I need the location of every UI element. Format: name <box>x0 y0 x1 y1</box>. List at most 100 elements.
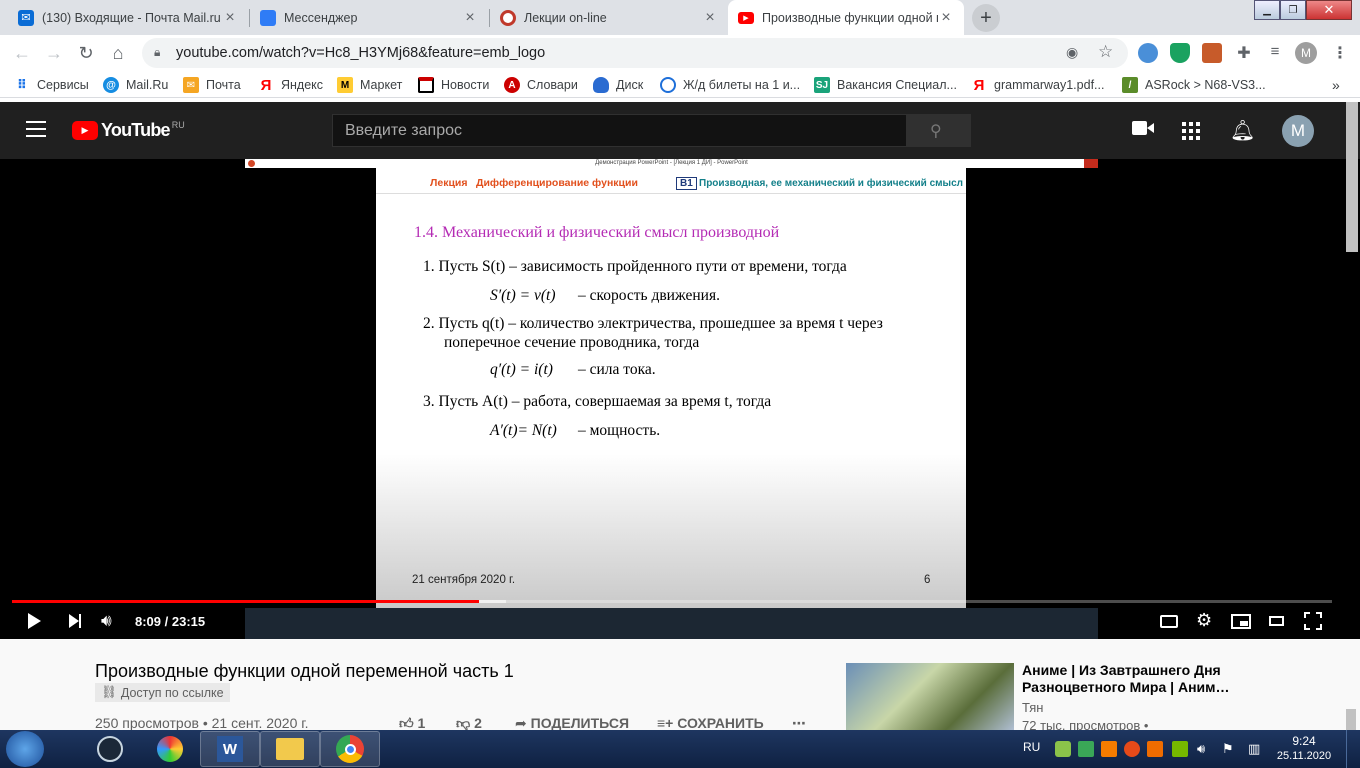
minimize-button[interactable]: ▁ <box>1254 0 1280 20</box>
slide-item-2-text: 2. Пусть q(t) – количество электричества… <box>423 315 883 332</box>
folder-icon <box>276 738 304 760</box>
paint-taskbar-button[interactable] <box>140 731 200 767</box>
slide-header-topic: Дифференцирование функции <box>476 177 638 189</box>
bookmarks-overflow-icon[interactable]: » <box>1332 75 1340 95</box>
next-icon[interactable] <box>69 614 81 631</box>
reload-icon[interactable]: ↻ <box>76 43 96 63</box>
close-icon[interactable]: × <box>702 9 718 27</box>
tab-mail[interactable]: ✉ (130) Входящие - Почта Mail.ru × <box>8 0 248 35</box>
extension-face-icon[interactable] <box>1138 43 1158 63</box>
home-icon[interactable]: ⌂ <box>108 43 128 63</box>
page-scrollbar-thumb[interactable] <box>1346 709 1356 732</box>
url-text[interactable]: youtube.com/watch?v=Hc8_H3YMj68&feature=… <box>176 45 545 61</box>
forward-arrow-icon[interactable]: → <box>44 43 64 63</box>
bookmark-news[interactable]: Новости <box>418 75 489 95</box>
tray-app3-icon[interactable] <box>1147 741 1163 757</box>
slide-header-divider <box>376 193 966 194</box>
market-icon: M <box>337 77 353 93</box>
miniplayer-icon[interactable] <box>1231 614 1251 629</box>
recommended-thumbnail[interactable] <box>846 663 1014 732</box>
dictionary-icon: A <box>504 77 520 93</box>
tab-youtube-active[interactable]: ▶ Производные функции одной п × <box>728 0 964 35</box>
close-icon[interactable]: × <box>222 9 238 27</box>
start-button[interactable] <box>6 731 44 767</box>
bookmark-mailru[interactable]: @ Mail.Ru <box>103 75 168 95</box>
like-count: 1 <box>417 715 426 731</box>
tab-strip: ✉ (130) Входящие - Почта Mail.ru × Мессе… <box>0 0 1360 35</box>
word-taskbar-button[interactable]: W <box>200 731 260 767</box>
youtube-logo[interactable]: ▶ YouTube RU <box>72 120 185 141</box>
toolbar: ← → ↻ ⌂ 🔒︎ youtube.com/watch?v=Hc8_H3YMj… <box>0 35 1360 71</box>
slide-item-2-formula: q′(t) = i(t) <box>490 361 553 378</box>
nvidia-icon[interactable] <box>1172 741 1188 757</box>
clock[interactable]: 9:24 25.11.2020 <box>1276 734 1332 764</box>
volume-tray-icon[interactable]: 🔊︎ <box>1197 741 1213 757</box>
network-icon[interactable]: ▥ <box>1248 741 1264 757</box>
asrock-icon: / <box>1122 77 1138 93</box>
fullscreen-icon[interactable] <box>1304 612 1322 630</box>
account-avatar[interactable]: M <box>1282 115 1314 147</box>
slide-item-1-text: 1. Пусть S(t) – зависимость пройденного … <box>423 258 847 275</box>
bookmark-dictionaries[interactable]: A Словари <box>504 75 578 95</box>
play-icon[interactable] <box>28 613 41 629</box>
extension-bug-icon[interactable] <box>1202 43 1222 63</box>
close-icon[interactable]: × <box>462 9 478 27</box>
views-and-date: 250 просмотров • 21 сент. 2020 г. <box>95 715 309 731</box>
recommended-title[interactable]: Аниме | Из Завтрашнего Дня Разноцветного… <box>1022 662 1252 696</box>
theater-mode-icon[interactable] <box>1269 616 1284 626</box>
profile-avatar[interactable]: M <box>1295 42 1317 64</box>
puzzle-icon[interactable]: ✚ <box>1234 43 1254 63</box>
clock-date: 25.11.2020 <box>1276 750 1332 762</box>
search-button[interactable]: ⚲ <box>907 114 971 147</box>
bookmark-disk[interactable]: Диск <box>593 75 643 95</box>
bookmark-label: Вакансия Специал... <box>837 78 957 92</box>
tray-app-icon[interactable] <box>1055 741 1071 757</box>
bookmark-vacancy[interactable]: SJ Вакансия Специал... <box>814 75 957 95</box>
bookmark-asrock[interactable]: / ASRock > N68-VS3... <box>1122 75 1266 95</box>
language-indicator[interactable]: RU <box>1023 740 1040 754</box>
yandex-icon: Я <box>260 76 272 94</box>
scrollbar-thumb[interactable] <box>1346 102 1358 252</box>
bookmark-services[interactable]: ⠿ Сервисы <box>14 75 89 95</box>
tray-app2-icon[interactable] <box>1124 741 1140 757</box>
settings-gear-icon[interactable]: ⚙ <box>1196 610 1212 631</box>
save-button[interactable]: ≡+ СОХРАНИТЬ <box>657 715 764 731</box>
action-center-flag-icon[interactable]: ⚑ <box>1222 741 1238 757</box>
close-icon[interactable]: × <box>938 9 954 27</box>
tab-messenger[interactable]: Мессенджер × <box>250 0 488 35</box>
subtitles-icon[interactable] <box>1160 615 1178 628</box>
tab-lectures[interactable]: Лекции on-line × <box>490 0 728 35</box>
lock-icon: 🔒︎ <box>154 45 161 59</box>
media-queue-icon[interactable]: ≡ <box>1265 43 1285 63</box>
bookmark-train[interactable]: Ж/д билеты на 1 и... <box>660 75 800 95</box>
new-tab-button[interactable]: + <box>972 4 1000 32</box>
bookmark-mail[interactable]: ✉ Почта <box>183 75 241 95</box>
bookmark-market[interactable]: M Маркет <box>337 75 402 95</box>
chrome-taskbar-button[interactable] <box>320 731 380 767</box>
restore-button[interactable]: ❐ <box>1280 0 1306 20</box>
eye-slash-icon[interactable]: ◉ <box>1066 44 1078 61</box>
more-menu-icon[interactable]: ⋮ <box>1330 43 1350 63</box>
shield-icon[interactable] <box>1170 43 1190 63</box>
steam-taskbar-button[interactable] <box>80 731 140 767</box>
tray-check-icon[interactable] <box>1078 741 1094 757</box>
close-window-button[interactable]: ✕ <box>1306 0 1352 20</box>
bookmark-yandex[interactable]: Я Яндекс <box>258 75 323 95</box>
recommended-channel[interactable]: Тян <box>1022 700 1043 715</box>
create-video-icon[interactable] <box>1132 121 1154 137</box>
bookmark-grammarway[interactable]: Яgrammarway1.pdf... <box>971 75 1105 95</box>
hamburger-menu-icon[interactable] <box>26 121 46 137</box>
search-input[interactable]: Введите запрос <box>332 114 907 147</box>
address-bar[interactable]: 🔒︎ youtube.com/watch?v=Hc8_H3YMj68&featu… <box>142 38 1128 68</box>
star-icon[interactable]: ☆ <box>1098 42 1113 62</box>
back-arrow-icon[interactable]: ← <box>12 43 32 63</box>
bookmark-label: Новости <box>441 78 490 92</box>
slide-header-subject: Производная, ее механический и физически… <box>699 178 963 189</box>
notifications-bell-icon[interactable]: 🔔︎ <box>1230 118 1255 143</box>
apps-grid-icon[interactable] <box>1182 122 1200 140</box>
volume-icon[interactable]: 🔊︎ <box>101 611 112 631</box>
explorer-taskbar-button[interactable] <box>260 731 320 767</box>
show-desktop-button[interactable] <box>1346 730 1360 768</box>
video-player[interactable]: Демонстрация PowerPoint - [Лекция 1 ДИ] … <box>0 159 1360 639</box>
tray-warning-icon[interactable] <box>1101 741 1117 757</box>
